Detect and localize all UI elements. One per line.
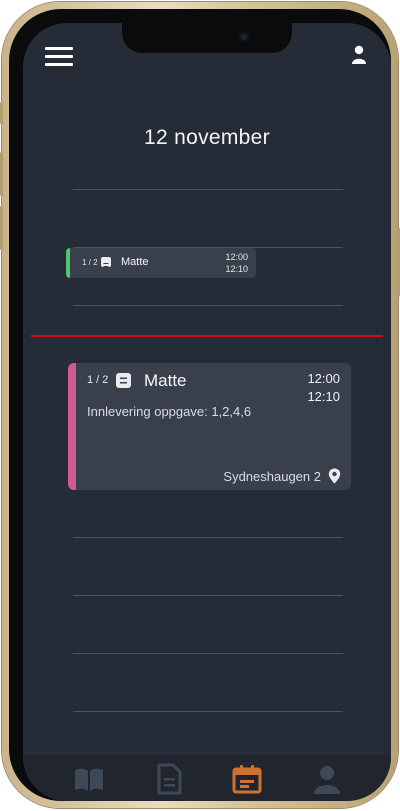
phone-bezel: 12 november 1 / 2 Matte 12:00 12:10 1 / …: [9, 9, 391, 801]
volume-up-button: [0, 152, 3, 196]
event-color-stripe: [66, 248, 70, 278]
app-screen: 12 november 1 / 2 Matte 12:00 12:10 1 / …: [23, 23, 391, 801]
book-icon[interactable]: [73, 763, 105, 795]
calendar-icon[interactable]: [231, 763, 263, 795]
person-icon[interactable]: [311, 763, 343, 795]
subject-icon: [116, 373, 131, 388]
event-start-time: 12:00: [225, 252, 248, 262]
event-start-time: 12:00: [307, 371, 340, 386]
document-icon[interactable]: [153, 763, 185, 795]
hour-gridline: [73, 711, 343, 712]
location-pin-icon[interactable]: [328, 468, 341, 484]
hour-gridline: [73, 595, 343, 596]
bottom-tab-bar: [23, 755, 391, 801]
event-subject: Matte: [144, 371, 187, 390]
user-icon[interactable]: [351, 45, 367, 65]
hour-gridline: [73, 537, 343, 538]
event-fraction: 1 / 2: [87, 374, 109, 386]
event-location: Sydneshaugen 2: [223, 469, 321, 484]
hour-gridline: [73, 305, 343, 306]
notch: [122, 23, 292, 53]
event-subject: Matte: [121, 256, 149, 268]
event-color-stripe: [68, 363, 76, 490]
current-time-indicator: [31, 335, 383, 337]
hour-gridline: [73, 653, 343, 654]
subject-icon: [101, 257, 111, 267]
event-end-time: 12:10: [225, 264, 248, 274]
hamburger-icon-line: [45, 55, 73, 58]
event-description: Innlevering oppgave: 1,2,4,6: [87, 404, 252, 419]
hamburger-icon-line: [45, 63, 73, 66]
menu-button[interactable]: [45, 45, 73, 67]
mute-switch: [0, 102, 3, 124]
phone-frame: 12 november 1 / 2 Matte 12:00 12:10 1 / …: [0, 2, 400, 808]
page-title: 12 november: [144, 126, 270, 149]
event-fraction: 1 / 2: [82, 258, 98, 267]
hour-gridline: [73, 189, 343, 190]
event-card-expanded[interactable]: 1 / 2 Matte 12:00 12:10 Innlevering oppg…: [68, 363, 351, 490]
event-end-time: 12:10: [307, 389, 340, 404]
front-camera: [239, 32, 249, 42]
hamburger-icon-line: [45, 47, 73, 50]
volume-down-button: [0, 206, 3, 250]
event-card-compact[interactable]: 1 / 2 Matte 12:00 12:10: [66, 248, 256, 278]
